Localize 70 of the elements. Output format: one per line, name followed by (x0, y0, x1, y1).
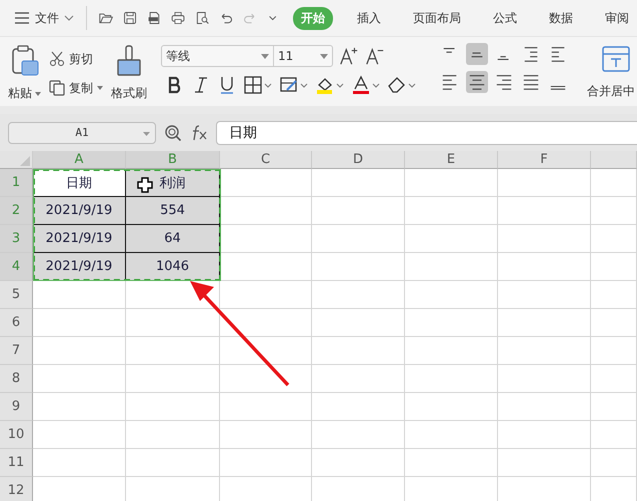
table-cell: 1046 (126, 253, 220, 281)
alignment-button[interactable] (466, 71, 488, 93)
table-cell: 2021/9/19 (33, 197, 126, 225)
empty-cell (591, 393, 637, 421)
row-header[interactable]: 7 (0, 337, 33, 365)
menu-icon (14, 12, 30, 24)
pdf-file-icon[interactable] (147, 10, 162, 26)
table-cell: 日期 (33, 169, 126, 197)
table-merge-icon (600, 45, 630, 75)
empty-cell (591, 421, 637, 449)
row-header[interactable]: 8 (0, 365, 33, 393)
ribbon-tab[interactable]: 公式 (484, 6, 525, 30)
row-header[interactable]: 5 (0, 281, 33, 309)
empty-cell (591, 309, 637, 337)
paste-label: 粘贴 (8, 85, 32, 102)
dropdown-caret-icon[interactable] (268, 13, 277, 23)
empty-cell (591, 169, 637, 197)
decrease-font-size-icon[interactable] (365, 46, 385, 66)
row-header[interactable]: 9 (0, 393, 33, 421)
scissors-icon (49, 51, 65, 67)
file-menu[interactable]: 文件 (12, 8, 76, 28)
ribbon-tab[interactable]: 审阅 (596, 6, 637, 30)
zoom-icon[interactable] (164, 124, 182, 142)
empty-cell (591, 365, 637, 393)
row-header[interactable]: 11 (0, 449, 33, 477)
empty-cell (591, 281, 637, 309)
paste-button[interactable]: 粘贴 (8, 45, 41, 102)
copy-icon (49, 80, 65, 96)
row-header[interactable]: 10 (0, 421, 33, 449)
formula-field[interactable]: 日期 (216, 120, 637, 144)
format-painter-button[interactable]: 格式刷 (111, 45, 147, 102)
cut-button[interactable]: 剪切 (49, 50, 103, 68)
caret-icon (35, 92, 41, 96)
increase-font-size-icon[interactable] (339, 46, 359, 66)
empty-cell (591, 253, 637, 281)
copy-button[interactable]: 复制 (49, 80, 103, 96)
font-color-icon[interactable] (351, 75, 381, 95)
column-header[interactable]: C (220, 151, 312, 169)
empty-cell (591, 449, 637, 477)
ribbon-tab[interactable]: 数据 (540, 6, 581, 30)
name-box[interactable]: A1 (8, 122, 156, 144)
empty-cell (591, 197, 637, 225)
borders-icon[interactable] (243, 75, 273, 95)
row-header[interactable]: 6 (0, 309, 33, 337)
row-header[interactable]: 12 (0, 477, 33, 501)
table-cell: 2021/9/19 (33, 225, 126, 253)
merge-center-button[interactable]: 合并居中 (587, 41, 637, 106)
column-header[interactable]: D (312, 151, 405, 169)
chevron-icon (64, 15, 74, 21)
brush-icon (115, 45, 143, 77)
ribbon-tab[interactable]: 页面布局 (404, 6, 469, 30)
table-cell: 554 (126, 197, 220, 225)
print-icon[interactable] (171, 10, 186, 26)
save-icon[interactable] (122, 10, 137, 26)
column-header[interactable]: F (498, 151, 591, 169)
eraser-icon[interactable] (387, 75, 417, 95)
caret-icon (97, 86, 103, 90)
table-cell: 64 (126, 225, 220, 253)
ribbon-tab[interactable]: 插入 (348, 6, 389, 30)
column-header[interactable]: E (405, 151, 498, 169)
print-preview-icon[interactable] (195, 10, 210, 26)
function-icon[interactable] (190, 124, 208, 142)
merge-label: 合并居中 (587, 83, 635, 100)
clipboard-icon (10, 45, 40, 77)
alignment-button[interactable] (466, 43, 488, 65)
empty-cell (591, 225, 637, 253)
empty-cell (591, 337, 637, 365)
cross-cursor-icon (137, 177, 153, 193)
table-cell: 2021/9/19 (33, 253, 126, 281)
caret-icon (143, 132, 150, 136)
